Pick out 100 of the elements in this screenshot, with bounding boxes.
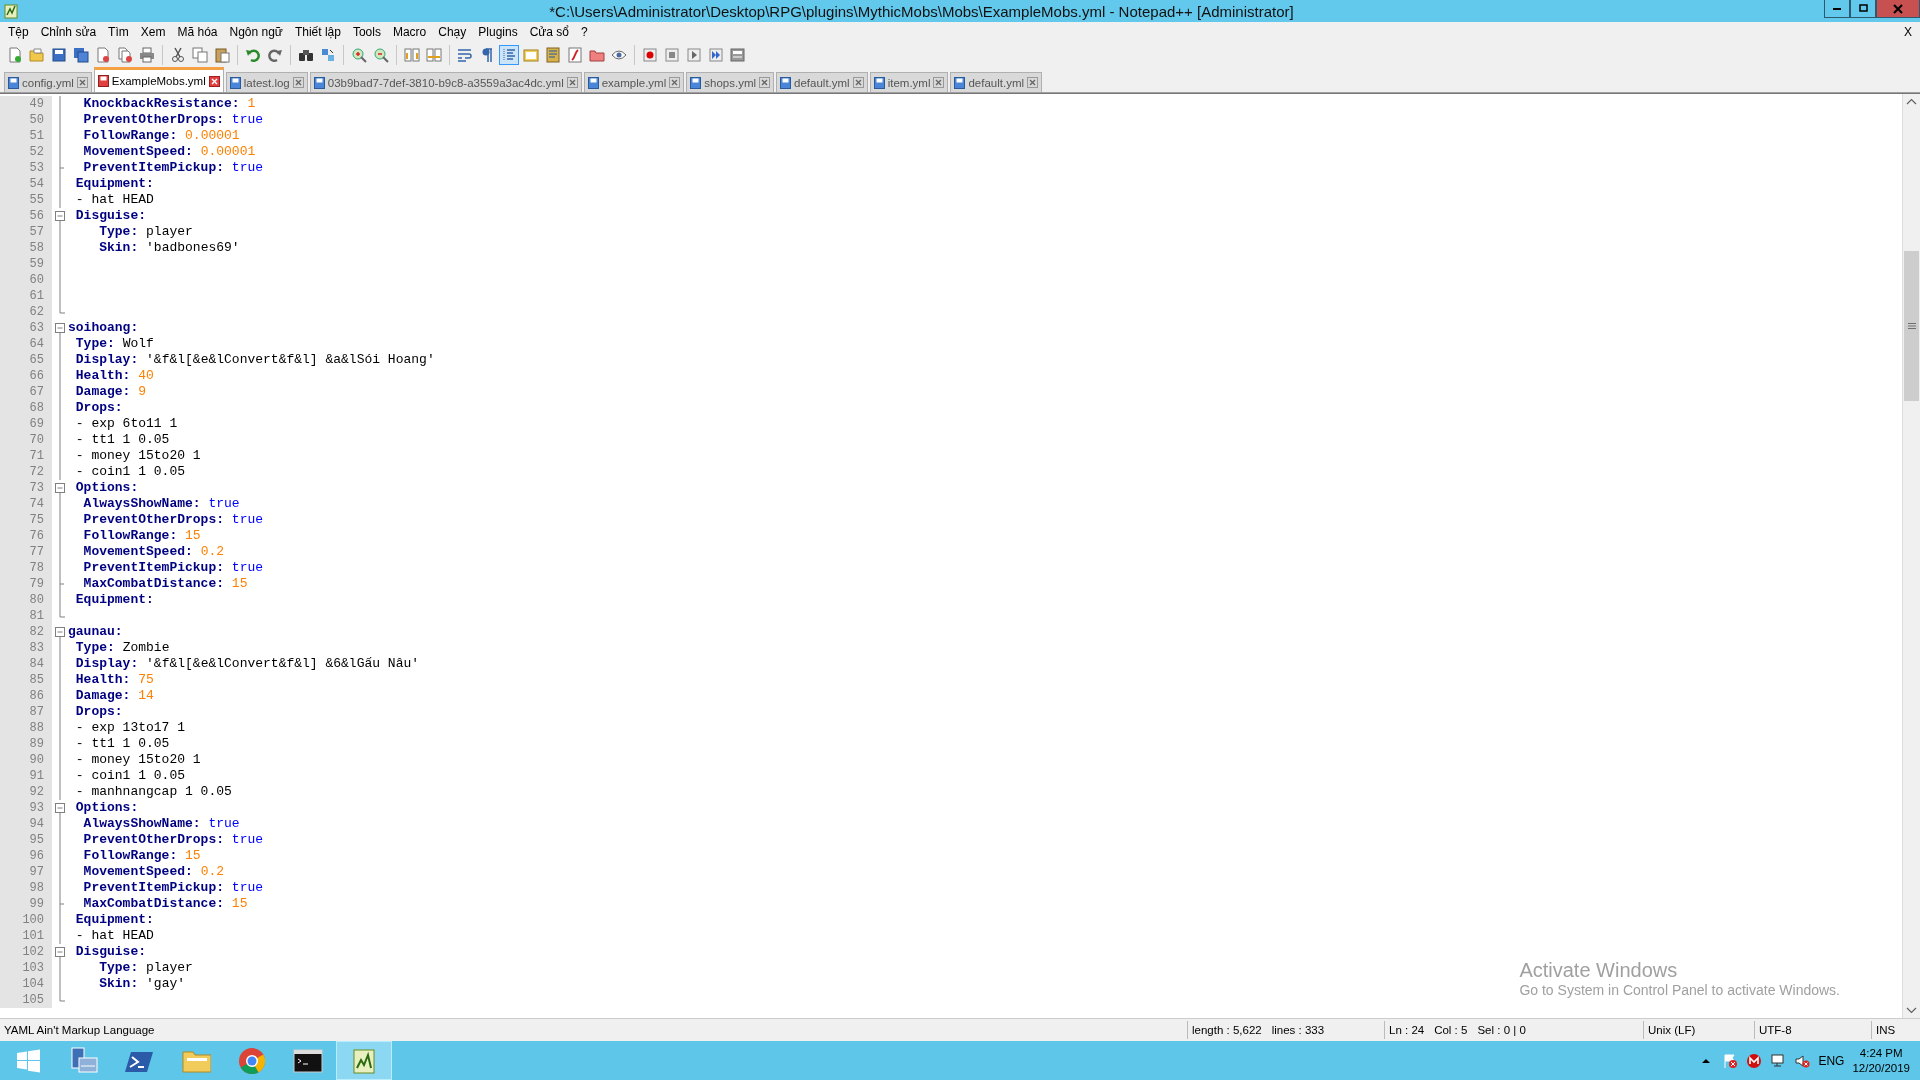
input-language[interactable]: ENG <box>1818 1053 1845 1068</box>
line-number: 66 <box>0 368 52 384</box>
save-icon <box>51 47 67 63</box>
code-line: Equipment: <box>75 912 154 928</box>
file-tab[interactable]: item.yml <box>869 72 949 92</box>
line-number: 72 <box>0 464 52 480</box>
fold-toggle-icon[interactable] <box>52 208 68 224</box>
code-line: - coin1 1 0.05 <box>75 464 185 480</box>
insert-mode-label: INS <box>1876 1024 1896 1036</box>
zoom-in-button[interactable] <box>349 45 369 65</box>
menu-item[interactable]: Ngôn ngữ <box>223 24 289 40</box>
notepad-taskbar-button[interactable] <box>336 1041 392 1080</box>
file-tab[interactable]: config.yml <box>4 72 92 92</box>
close-icon[interactable] <box>76 77 88 88</box>
close-icon[interactable] <box>759 77 771 88</box>
code-line: Options: <box>75 800 139 816</box>
file-tab[interactable]: example.yml <box>583 72 685 92</box>
clock[interactable]: 4:24 PM 12/20/2019 <box>1852 1045 1910 1076</box>
line-number: 65 <box>0 352 52 368</box>
menu-item[interactable]: ? <box>575 24 594 40</box>
stop-button[interactable] <box>662 45 682 65</box>
save-all-button[interactable] <box>71 45 91 65</box>
file-tab[interactable]: latest.log <box>225 72 308 92</box>
fold-end-corner <box>59 992 66 1002</box>
fold-toggle-icon[interactable] <box>52 624 68 640</box>
eye-icon <box>611 47 627 63</box>
redo-icon <box>267 47 283 63</box>
code-line: Type: player <box>99 960 193 976</box>
lines-label: lines : 333 <box>1271 1024 1325 1036</box>
code-line: Skin: 'gay' <box>99 976 186 992</box>
printer-button[interactable] <box>137 45 157 65</box>
clipboard-button[interactable] <box>212 45 232 65</box>
line-number: 82 <box>0 624 52 640</box>
code-line: Display: '&f&l[&e&lConvert&f&l] &6&lGấu Nâu' <box>75 656 420 672</box>
file-tab[interactable]: 03b9bad7-7def-3810-b9c8-a3559a3ac4dc.yml <box>309 72 582 92</box>
grip-icon <box>1907 322 1916 330</box>
sync-vertical-button[interactable] <box>402 45 422 65</box>
fold-toggle-icon[interactable] <box>52 480 68 496</box>
close-icon[interactable] <box>566 77 578 88</box>
menu-item[interactable]: Chỉnh sửa <box>34 24 103 40</box>
code-line: - tt1 1 0.05 <box>75 736 170 752</box>
menu-item[interactable]: Tệp <box>2 24 35 40</box>
scrollbar-thumb[interactable] <box>1904 251 1919 401</box>
sync-horizontal-button[interactable] <box>424 45 444 65</box>
record-button[interactable] <box>640 45 660 65</box>
fast-forward-icon <box>708 47 724 63</box>
zoom-out-button[interactable] <box>371 45 391 65</box>
speaker-icon[interactable] <box>1794 1052 1811 1069</box>
close-icon[interactable] <box>669 77 681 88</box>
menu-item[interactable]: Chạy <box>432 24 473 40</box>
menu-item[interactable]: Mã hóa <box>171 24 224 40</box>
maximize-button[interactable] <box>1850 0 1876 18</box>
line-number: 49 <box>0 96 52 112</box>
file-tab[interactable]: ExampleMobs.yml <box>93 67 224 92</box>
save-button[interactable] <box>49 45 69 65</box>
code-line: FollowRange: 15 <box>83 848 201 864</box>
indent-guide-button[interactable] <box>499 45 519 65</box>
flag-icon[interactable] <box>1722 1052 1739 1069</box>
length-label: length : 5,622 <box>1192 1024 1262 1036</box>
menu-item[interactable]: Xem <box>134 24 172 40</box>
code-line: - exp 13to17 1 <box>75 720 185 736</box>
menu-item[interactable]: Thiết lập <box>288 24 347 40</box>
line-number: 75 <box>0 512 52 528</box>
close-icon[interactable] <box>1027 77 1039 88</box>
copy-button[interactable] <box>190 45 210 65</box>
menu-item[interactable]: Cửa sổ <box>523 24 576 40</box>
close-icon[interactable] <box>208 75 220 87</box>
line-number: 57 <box>0 224 52 240</box>
fold-toggle-icon[interactable] <box>52 320 68 336</box>
maximize-icon <box>1858 3 1868 14</box>
close-button[interactable] <box>1876 0 1920 18</box>
menu-item[interactable]: Macro <box>386 24 433 40</box>
code-line: Health: 75 <box>75 672 154 688</box>
play-button[interactable] <box>684 45 704 65</box>
fold-guide-line <box>59 592 61 608</box>
function-list-button[interactable] <box>565 45 585 65</box>
file-tab[interactable]: shops.yml <box>686 72 775 92</box>
code-line: - exp 6to11 1 <box>75 416 178 432</box>
close-all-button[interactable] <box>115 45 135 65</box>
close-icon[interactable] <box>292 77 304 88</box>
menu-item[interactable]: Tools <box>346 24 387 40</box>
menu-item[interactable]: Plugins <box>472 24 524 40</box>
file-tab[interactable]: default.yml <box>950 72 1043 92</box>
fold-toggle-icon[interactable] <box>52 944 68 960</box>
save-macro-button[interactable] <box>728 45 748 65</box>
file-tab[interactable]: default.yml <box>776 72 868 92</box>
sync-vertical-icon <box>404 47 420 63</box>
line-number: 91 <box>0 768 52 784</box>
fast-forward-button[interactable] <box>706 45 726 65</box>
minimize-button[interactable] <box>1824 0 1850 18</box>
line-number: 85 <box>0 672 52 688</box>
close-icon[interactable] <box>852 77 864 88</box>
clipboard-icon <box>214 47 230 63</box>
fold-toggle-icon[interactable] <box>52 800 68 816</box>
close-document-button[interactable]: X <box>1896 25 1920 39</box>
menu-item[interactable]: Tìm <box>102 24 135 40</box>
line-number: 92 <box>0 784 52 800</box>
close-icon[interactable] <box>933 77 945 88</box>
document-map-button[interactable] <box>543 45 563 65</box>
network-icon[interactable] <box>1770 1052 1787 1069</box>
